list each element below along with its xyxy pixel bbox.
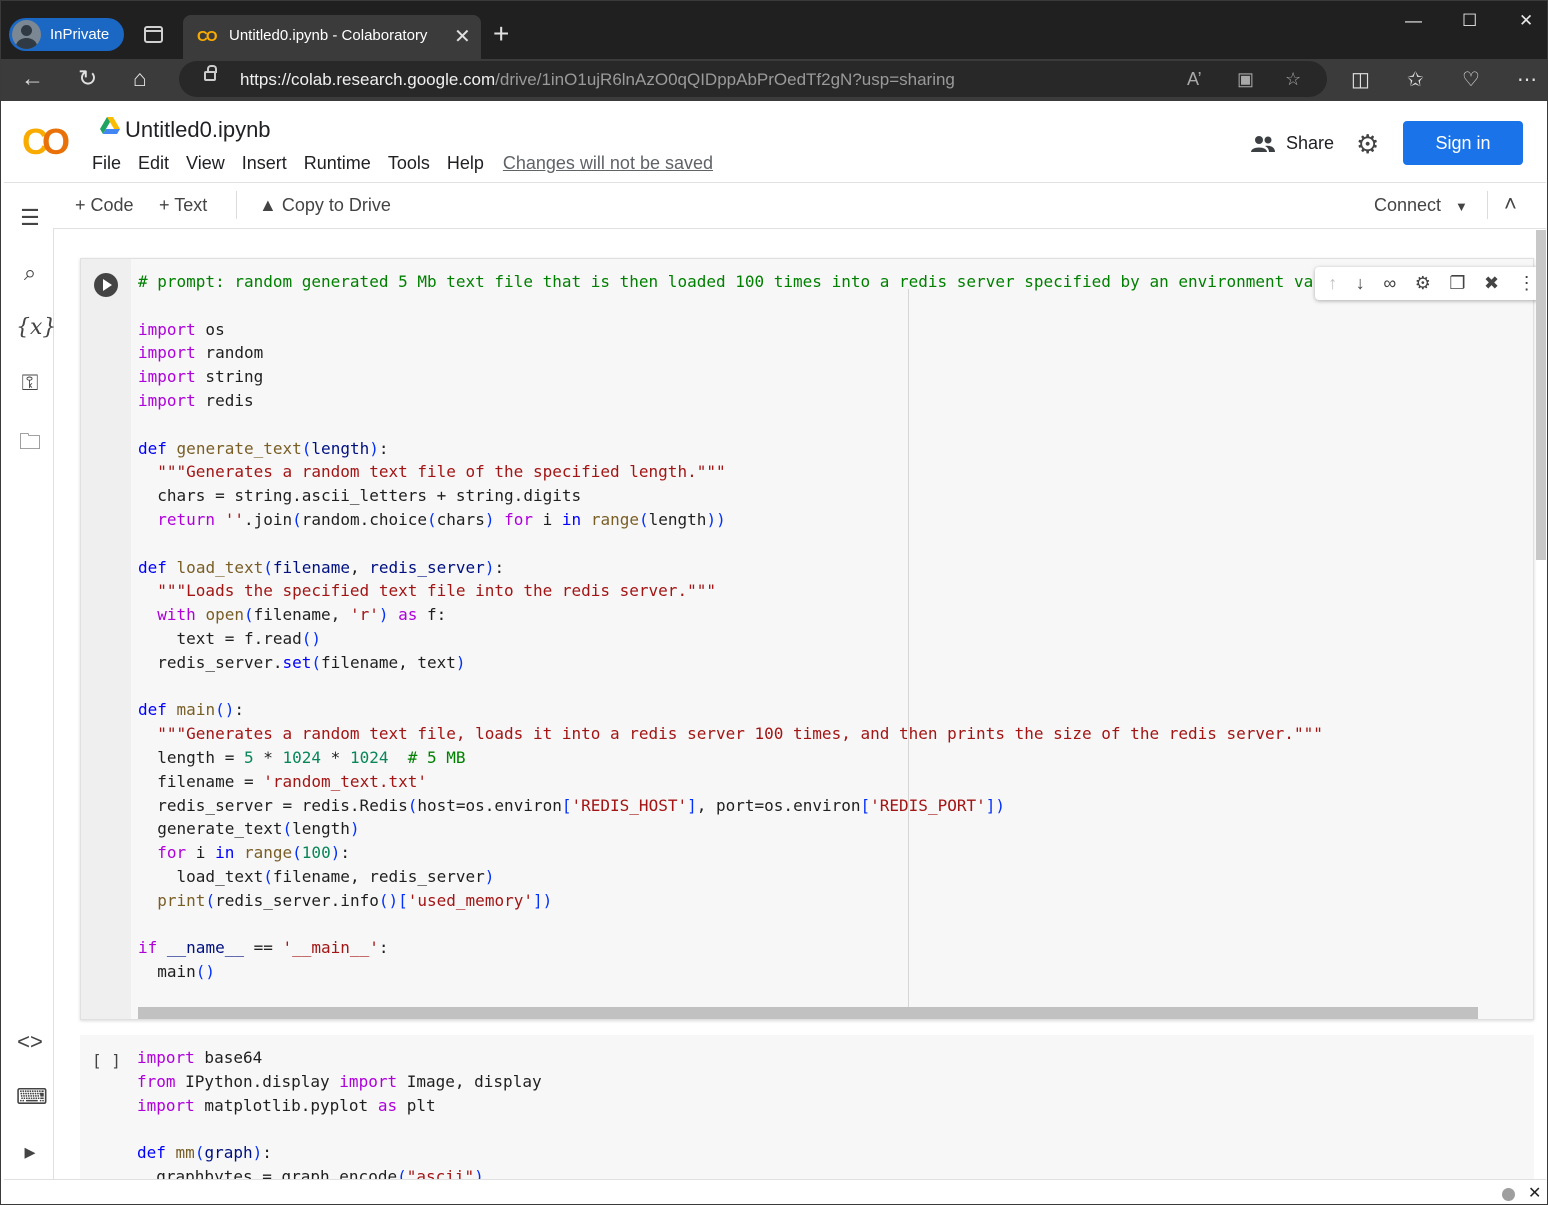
browser-toolbar: ← ↻ ⌂ https://colab.research.google.com/… xyxy=(1,59,1547,101)
inprivate-label: InPrivate xyxy=(50,26,110,43)
colab-favicon-icon: CO xyxy=(197,28,217,45)
search-icon[interactable]: ⌕ xyxy=(16,260,44,286)
maximize-button[interactable]: ☐ xyxy=(1462,11,1477,31)
cell-gutter xyxy=(81,259,131,1019)
menu-help[interactable]: Help xyxy=(447,153,484,174)
connect-button[interactable]: Connect xyxy=(1374,195,1441,216)
code-editor[interactable]: # prompt: random generated 5 Mb text fil… xyxy=(138,270,1496,984)
menu-view[interactable]: View xyxy=(186,153,225,174)
trash-icon[interactable]: ✖ xyxy=(1484,273,1499,294)
share-label: Share xyxy=(1286,133,1335,153)
close-icon[interactable]: ✕ xyxy=(1528,1183,1541,1203)
close-tab-icon[interactable]: ✕ xyxy=(454,24,471,49)
arrow-left-icon[interactable]: ← xyxy=(21,65,44,92)
sign-in-button[interactable]: Sign in xyxy=(1403,121,1523,165)
arrow-down-icon[interactable]: ↓ xyxy=(1356,273,1365,294)
chevron-up-icon[interactable]: ˄ xyxy=(1504,191,1517,217)
vertical-scrollbar[interactable] xyxy=(1536,230,1546,560)
code-icon[interactable]: <> xyxy=(16,1029,44,1055)
add-code-button[interactable]: + Code xyxy=(75,195,134,216)
avatar xyxy=(12,20,41,49)
toolbar-divider xyxy=(236,191,237,219)
cell-run-bracket[interactable]: [ ] xyxy=(92,1051,121,1070)
run-cell-button[interactable] xyxy=(94,273,118,297)
more-vert-icon[interactable]: ⋮ xyxy=(1518,273,1536,294)
menu-runtime[interactable]: Runtime xyxy=(304,153,371,174)
colab-header: CO Untitled0.ipynb File Edit View Insert… xyxy=(4,103,1546,183)
favorites-icon[interactable]: ✩ xyxy=(1407,67,1424,92)
variables-icon[interactable]: {x} xyxy=(16,315,56,340)
more-icon[interactable]: ⋯ xyxy=(1517,67,1537,92)
colab-logo[interactable]: CO xyxy=(22,121,70,163)
read-aloud-icon[interactable]: A’ xyxy=(1187,69,1202,90)
keyboard-icon[interactable]: ⌨ xyxy=(16,1084,48,1110)
title-bar: InPrivate CO Untitled0.ipynb - Colaborat… xyxy=(1,1,1547,59)
app-icon[interactable]: ▣ xyxy=(1237,69,1254,90)
menu-bar: File Edit View Insert Runtime Tools Help… xyxy=(92,153,730,174)
notebook-area: # prompt: random generated 5 Mb text fil… xyxy=(54,230,1546,1179)
notebook-toolbar: + Code + Text ▲ Copy to Drive Connect ▼ … xyxy=(53,183,1546,229)
minimize-button[interactable]: — xyxy=(1405,11,1422,31)
runtime-status-icon[interactable] xyxy=(1502,1188,1515,1201)
cell-toolbar: ↑ ↓ ∞ ⚙ ❐ ✖ ⋮ xyxy=(1315,267,1546,300)
browser-window: InPrivate CO Untitled0.ipynb - Colaborat… xyxy=(0,0,1548,1205)
mirror-cell-icon[interactable]: ❐ xyxy=(1449,273,1465,294)
home-icon[interactable]: ⌂ xyxy=(133,65,147,92)
star-icon[interactable]: ☆ xyxy=(1285,69,1301,90)
table-of-contents-icon[interactable]: ☰ xyxy=(16,205,44,231)
add-text-button[interactable]: + Text xyxy=(159,195,207,216)
split-screen-icon[interactable]: ◫ xyxy=(1351,67,1370,92)
share-button[interactable]: Share xyxy=(1250,133,1334,154)
inprivate-badge[interactable]: InPrivate xyxy=(9,18,124,51)
key-icon[interactable]: ⚿ xyxy=(16,370,44,396)
folder-icon[interactable]: 🗀 xyxy=(16,425,44,463)
notebook-title[interactable]: Untitled0.ipynb xyxy=(125,117,271,143)
google-drive-icon xyxy=(100,117,120,134)
link-icon[interactable]: ∞ xyxy=(1383,273,1396,294)
gear-icon[interactable]: ⚙ xyxy=(1356,129,1379,160)
left-sidebar: ☰ ⌕ {x} ⚿ 🗀 <> ⌨ ▸ xyxy=(4,183,56,1179)
code-cell[interactable]: [ ] import base64 from IPython.display i… xyxy=(80,1035,1534,1179)
menu-file[interactable]: File xyxy=(92,153,121,174)
toolbar-divider xyxy=(1487,191,1488,219)
drive-small-icon: ▲ xyxy=(259,195,282,215)
horizontal-scrollbar[interactable] xyxy=(138,1007,1478,1019)
arrow-up-icon[interactable]: ↑ xyxy=(1328,273,1337,294)
status-bar: ✕ xyxy=(4,1179,1546,1204)
unsaved-notice[interactable]: Changes will not be saved xyxy=(503,153,713,174)
url-text[interactable]: https://colab.research.google.com/drive/… xyxy=(240,70,955,90)
gear-icon[interactable]: ⚙ xyxy=(1415,273,1431,294)
copy-to-drive-label: Copy to Drive xyxy=(281,195,391,215)
copy-to-drive-button[interactable]: ▲ Copy to Drive xyxy=(259,195,391,216)
refresh-icon[interactable]: ↻ xyxy=(78,65,97,92)
close-window-button[interactable]: ✕ xyxy=(1519,11,1533,31)
address-bar[interactable]: https://colab.research.google.com/drive/… xyxy=(179,61,1327,97)
chevron-down-icon[interactable]: ▼ xyxy=(1455,199,1468,214)
code-editor[interactable]: import base64 from IPython.display impor… xyxy=(137,1046,542,1179)
url-host: https://colab.research.google.com xyxy=(240,70,496,89)
terminal-icon[interactable]: ▸ xyxy=(16,1139,44,1165)
browser-tab-active[interactable]: CO Untitled0.ipynb - Colaboratory ✕ xyxy=(183,15,481,59)
lock-icon[interactable] xyxy=(204,65,217,81)
tab-title: Untitled0.ipynb - Colaboratory xyxy=(229,27,428,44)
code-cell[interactable]: # prompt: random generated 5 Mb text fil… xyxy=(80,258,1546,1020)
heart-pulse-icon[interactable]: ♡ xyxy=(1462,67,1480,92)
menu-edit[interactable]: Edit xyxy=(138,153,169,174)
new-tab-button[interactable]: + xyxy=(493,18,509,50)
url-path: /drive/1inO1ujR6lnAzO0qQIDppAbPrOedTf2gN… xyxy=(495,70,955,89)
menu-insert[interactable]: Insert xyxy=(242,153,287,174)
menu-tools[interactable]: Tools xyxy=(388,153,430,174)
people-icon xyxy=(1251,135,1275,152)
tab-actions-icon[interactable] xyxy=(144,26,163,43)
